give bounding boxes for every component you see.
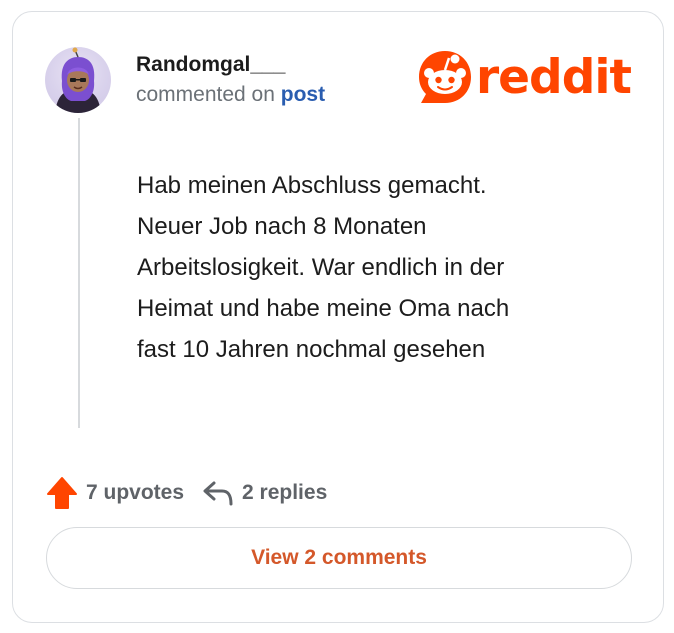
view-comments-button[interactable]: View 2 comments (46, 527, 632, 589)
comment-context: commented on post (136, 83, 325, 107)
comment-line: Hab meinen Abschluss gemacht. (137, 172, 487, 199)
commented-on-text: commented on (136, 83, 275, 106)
user-avatar[interactable] (45, 47, 111, 113)
upvote-count: 7 upvotes (86, 481, 185, 504)
view-comments-label: View 2 comments (251, 546, 427, 569)
comment-body: Hab meinen Abschluss gemacht. Neuer Job … (137, 165, 607, 370)
post-link[interactable]: post (281, 83, 325, 106)
reply-count[interactable]: 2 replies (242, 481, 327, 505)
comment-line: Neuer Job nach 8 Monaten (137, 213, 427, 240)
reply-arrow-icon[interactable] (202, 479, 234, 507)
avatar-illustration (55, 47, 101, 113)
comment-line: Arbeitslosigkeit. War endlich in der (137, 254, 505, 281)
comment-line: fast 10 Jahren nochmal gesehen (137, 336, 486, 363)
upvote-arrow-icon[interactable] (46, 476, 78, 510)
reddit-snoo-icon (419, 51, 471, 103)
thread-line (78, 118, 80, 428)
username[interactable]: Randomgal___ (136, 53, 285, 77)
reddit-wordmark: reddit (476, 49, 632, 105)
comment-line: Heimat und habe meine Oma nach (137, 295, 510, 322)
comment-stats: 7 upvotes 2 replies (46, 474, 327, 512)
reddit-logo: reddit (416, 46, 632, 108)
